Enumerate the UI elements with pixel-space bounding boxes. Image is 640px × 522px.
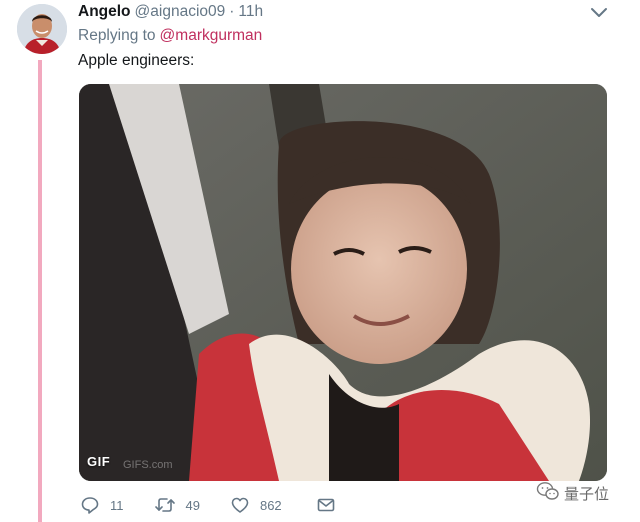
wechat-watermark-label: 量子位: [564, 485, 610, 503]
tweet-header: Angelo @aignacio09 · 11h: [78, 3, 263, 23]
retweet-icon: [154, 495, 176, 515]
thread-line: [38, 60, 42, 522]
gif-media[interactable]: GIF GIFS.com: [79, 84, 607, 481]
gif-source-watermark: GIFS.com: [123, 459, 173, 471]
gif-badge: GIF: [87, 454, 111, 469]
author-handle[interactable]: @aignacio09: [135, 3, 226, 21]
replying-label: Replying to: [78, 27, 156, 44]
like-count: 862: [259, 497, 282, 513]
avatar[interactable]: [17, 4, 67, 54]
mention-link[interactable]: @markgurman: [160, 27, 263, 44]
like-button[interactable]: 862: [230, 495, 282, 515]
tweet-actions: 11 49 862: [80, 494, 366, 516]
like-icon: [230, 495, 250, 515]
retweet-button[interactable]: 49: [154, 495, 200, 515]
wechat-icon: [536, 480, 560, 507]
tweet-text: Apple engineers:: [78, 52, 195, 69]
direct-message-button[interactable]: [316, 495, 336, 515]
replying-to: Replying to @markgurman: [78, 27, 262, 45]
chevron-down-icon[interactable]: [590, 6, 608, 20]
author-name[interactable]: Angelo: [78, 3, 131, 21]
header-separator: ·: [229, 3, 235, 20]
message-icon: [316, 495, 336, 515]
retweet-count: 49: [185, 497, 200, 513]
reply-icon: [80, 495, 100, 515]
reply-button[interactable]: 11: [80, 495, 124, 515]
reply-count: 11: [110, 497, 124, 513]
tweet-timestamp[interactable]: 11h: [238, 3, 263, 21]
wechat-watermark: 量子位: [536, 480, 609, 507]
